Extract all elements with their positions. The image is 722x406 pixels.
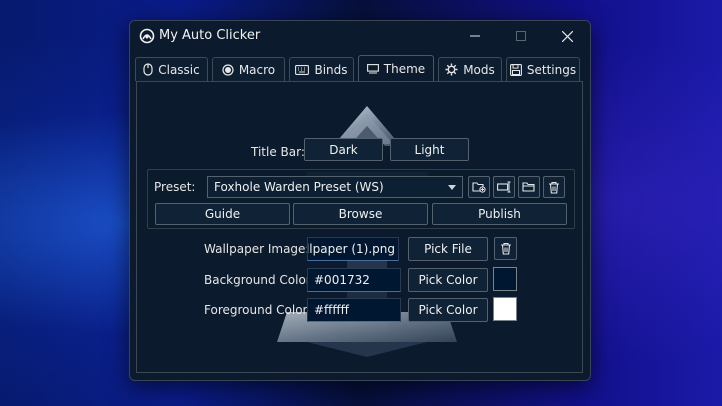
publish-button[interactable]: Publish [432, 203, 567, 225]
tab-macro[interactable]: Macro [212, 57, 285, 81]
tab-theme[interactable]: Theme [358, 55, 434, 82]
trash-icon [549, 181, 559, 194]
tab-label: Settings [526, 62, 577, 77]
dark-button[interactable]: Dark [304, 138, 383, 161]
title-bar[interactable]: My Auto Clicker [130, 21, 590, 51]
save-icon [509, 63, 522, 76]
mouse-icon [143, 63, 153, 76]
tab-settings[interactable]: Settings [506, 57, 580, 81]
foreground-color-field[interactable]: #ffffff [307, 298, 401, 322]
theme-panel: Title Bar: Dark Light Preset: Foxhole Wa… [136, 81, 583, 373]
tab-label: Binds [314, 62, 348, 77]
tab-classic[interactable]: Classic [135, 57, 208, 81]
pick-file-button[interactable]: Pick File [408, 237, 488, 261]
minimize-icon [470, 35, 480, 37]
browse-button[interactable]: Browse [293, 203, 428, 225]
clear-wallpaper-button[interactable] [494, 237, 517, 260]
preset-label: Preset: [154, 180, 196, 194]
tab-label: Mods [463, 62, 495, 77]
preset-dropdown[interactable]: Foxhole Warden Preset (WS) [207, 176, 463, 198]
monitor-icon [366, 64, 379, 74]
wallpaper-label: Wallpaper Image: [204, 242, 310, 256]
tab-label: Theme [383, 62, 426, 76]
folder-icon [522, 182, 535, 192]
folder-add-icon [472, 182, 486, 193]
maximize-button[interactable] [498, 21, 544, 51]
maximize-icon [516, 31, 526, 41]
gear-icon [445, 63, 458, 76]
open-folder-button[interactable] [518, 176, 540, 198]
foreground-color-value: #ffffff [314, 303, 349, 317]
pick-foreground-color-button[interactable]: Pick Color [408, 298, 488, 322]
background-color-field[interactable]: #001732 [307, 268, 401, 292]
delete-preset-button[interactable] [543, 176, 565, 198]
wallpaper-value: Vallpaper (1).png [308, 242, 395, 256]
record-icon [222, 63, 234, 76]
wallpaper-field[interactable]: Vallpaper (1).png [307, 237, 399, 261]
keyboard-icon [295, 64, 310, 75]
rename-preset-button[interactable] [493, 176, 515, 198]
new-preset-button[interactable] [468, 176, 490, 198]
tab-label: Macro [238, 62, 276, 77]
close-icon [561, 30, 573, 42]
tab-binds[interactable]: Binds [289, 57, 354, 81]
preset-group: Preset: Foxhole Warden Preset (WS) Guide… [147, 169, 575, 229]
tab-label: Classic [158, 62, 200, 77]
close-button[interactable] [544, 21, 590, 51]
guide-button[interactable]: Guide [155, 203, 290, 225]
foreground-color-label: Foreground Color: [204, 303, 312, 317]
preset-value: Foxhole Warden Preset (WS) [214, 180, 384, 194]
pick-background-color-button[interactable]: Pick Color [408, 268, 488, 292]
background-color-value: #001732 [314, 273, 370, 287]
foreground-color-swatch[interactable] [493, 297, 517, 321]
title-bar-label: Title Bar: [251, 145, 305, 159]
tab-mods[interactable]: Mods [438, 57, 502, 81]
app-logo-icon [139, 28, 155, 44]
background-color-swatch[interactable] [493, 267, 517, 291]
background-color-label: Background Color: [204, 273, 315, 287]
rename-icon [496, 181, 510, 193]
minimize-button[interactable] [452, 21, 498, 51]
trash-icon [500, 242, 511, 255]
chevron-down-icon [448, 185, 456, 190]
app-window: My Auto Clicker Classic Macro Binds Them… [129, 20, 591, 381]
window-title: My Auto Clicker [159, 28, 261, 43]
light-button[interactable]: Light [390, 138, 469, 161]
